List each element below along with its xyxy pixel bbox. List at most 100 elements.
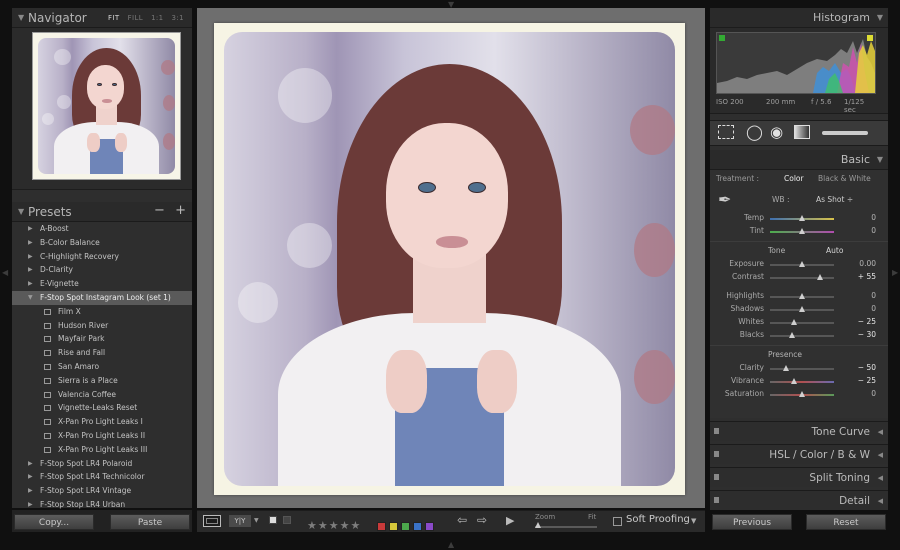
- slider-knob[interactable]: [783, 365, 789, 371]
- filmstrip-toggle-icon[interactable]: ▲: [448, 540, 454, 549]
- right-panel-toggle-icon[interactable]: ▶: [892, 268, 898, 277]
- zoom-slider[interactable]: [535, 526, 597, 528]
- preset-folder[interactable]: ▶ A-Boost: [12, 222, 192, 236]
- preset-folder[interactable]: ▶ F-Stop Spot LR4 Vintage: [12, 484, 192, 498]
- star-icon[interactable]: ★: [329, 519, 339, 532]
- slider-knob[interactable]: [799, 261, 805, 267]
- slider-knob[interactable]: [799, 228, 805, 234]
- preset-item[interactable]: Vignette-Leaks Reset: [12, 401, 192, 415]
- reset-button[interactable]: Reset: [806, 514, 886, 530]
- panel-switch-icon[interactable]: [714, 428, 719, 434]
- navigator-header[interactable]: ▼ Navigator FIT FILL 1:1 3:1: [12, 8, 192, 28]
- next-photo-icon[interactable]: ⇨: [477, 513, 487, 527]
- tone-auto-button[interactable]: Auto: [826, 246, 843, 255]
- preset-folder[interactable]: ▶ E-Vignette: [12, 277, 192, 291]
- remove-preset-icon[interactable]: −: [154, 203, 165, 218]
- panel-expand-icon[interactable]: ◀: [878, 474, 883, 482]
- slider-value[interactable]: 0: [871, 291, 876, 300]
- slider-row[interactable]: Shadows 0: [710, 303, 888, 316]
- zoom-slider-knob[interactable]: [535, 522, 541, 528]
- basic-panel-header[interactable]: Basic ▼: [710, 150, 888, 170]
- treatment-bw-option[interactable]: Black & White: [818, 174, 871, 183]
- left-panel-toggle-icon[interactable]: ◀: [2, 268, 8, 277]
- slider-track[interactable]: [770, 381, 834, 383]
- star-rating[interactable]: ★★★★★: [307, 514, 361, 533]
- adjustment-brush-icon[interactable]: [822, 131, 868, 135]
- slider-value[interactable]: 0: [871, 226, 876, 235]
- preset-folder[interactable]: ▼ F-Stop Spot Instagram Look (set 1): [12, 290, 192, 305]
- slider-value[interactable]: 0.00: [859, 259, 876, 268]
- collapse-triangle-icon[interactable]: ▼: [18, 207, 24, 216]
- star-icon[interactable]: ★: [318, 519, 328, 532]
- copy-button[interactable]: Copy...: [14, 514, 94, 530]
- navigator-thumbnail[interactable]: [32, 32, 181, 180]
- preset-item[interactable]: Rise and Fall: [12, 346, 192, 360]
- slider-knob[interactable]: [799, 391, 805, 397]
- slider-row[interactable]: Clarity − 50: [710, 362, 888, 375]
- collapsed-triangle-icon[interactable]: ▶: [28, 470, 33, 484]
- hsl-panel[interactable]: HSL / Color / B & W ◀: [710, 444, 888, 464]
- collapse-triangle-icon[interactable]: ▼: [18, 13, 24, 22]
- slider-value[interactable]: − 50: [858, 363, 876, 372]
- collapsed-triangle-icon[interactable]: ▶: [28, 250, 33, 264]
- panel-switch-icon[interactable]: [714, 451, 719, 457]
- panel-expand-icon[interactable]: ◀: [878, 451, 883, 459]
- slider-value[interactable]: 0: [871, 389, 876, 398]
- slider-row[interactable]: Contrast + 55: [710, 271, 888, 284]
- histogram-header[interactable]: Histogram ▼: [710, 8, 888, 28]
- color-label-swatch[interactable]: [401, 522, 410, 531]
- navigator-option-fit[interactable]: FIT: [108, 14, 120, 22]
- slider-row[interactable]: Temp 0: [710, 212, 888, 225]
- collapsed-triangle-icon[interactable]: ▶: [28, 263, 33, 277]
- slider-knob[interactable]: [799, 306, 805, 312]
- previous-button[interactable]: Previous: [712, 514, 792, 530]
- navigator-option-1-1[interactable]: 1:1: [151, 14, 163, 22]
- slider-row[interactable]: Whites − 25: [710, 316, 888, 329]
- before-after-view-icon[interactable]: Y|Y: [229, 515, 251, 527]
- slider-knob[interactable]: [791, 319, 798, 325]
- color-labels[interactable]: [377, 516, 437, 535]
- panel-collapse-icon[interactable]: ▼: [877, 155, 883, 164]
- slider-value[interactable]: − 25: [858, 317, 876, 326]
- crop-overlay-icon[interactable]: [718, 125, 734, 139]
- slider-row[interactable]: Exposure 0.00: [710, 258, 888, 271]
- preset-item[interactable]: San Amaro: [12, 360, 192, 374]
- image-canvas[interactable]: [197, 8, 705, 508]
- expanded-triangle-icon[interactable]: ▼: [28, 291, 33, 305]
- tone-curve-panel[interactable]: Tone Curve ◀: [710, 421, 888, 441]
- slider-value[interactable]: 0: [871, 213, 876, 222]
- collapsed-triangle-icon[interactable]: ▶: [28, 222, 33, 236]
- loupe-view-icon[interactable]: [203, 515, 221, 527]
- navigator-option-3-1[interactable]: 3:1: [172, 14, 184, 22]
- slider-value[interactable]: − 30: [858, 330, 876, 339]
- slider-value[interactable]: 0: [871, 304, 876, 313]
- preset-item[interactable]: Mayfair Park: [12, 332, 192, 346]
- slideshow-play-icon[interactable]: ▶: [506, 514, 514, 527]
- slider-knob[interactable]: [816, 274, 823, 280]
- preset-folder[interactable]: ▶ F-Stop Spot LR4 Polaroid: [12, 457, 192, 471]
- navigator-preview[interactable]: [12, 28, 192, 190]
- color-label-swatch[interactable]: [413, 522, 422, 531]
- collapse-triangle-icon[interactable]: ▼: [877, 13, 883, 22]
- soft-proofing-checkbox[interactable]: [613, 517, 622, 526]
- slider-row[interactable]: Vibrance − 25: [710, 375, 888, 388]
- preset-item[interactable]: X-Pan Pro Light Leaks III: [12, 443, 192, 457]
- add-preset-icon[interactable]: +: [175, 203, 186, 218]
- color-label-swatch[interactable]: [425, 522, 434, 531]
- presets-header[interactable]: ▼ Presets − +: [12, 202, 192, 222]
- slider-row[interactable]: Saturation 0: [710, 388, 888, 401]
- panel-switch-icon[interactable]: [714, 474, 719, 480]
- preset-item[interactable]: Valencia Coffee: [12, 388, 192, 402]
- star-icon[interactable]: ★: [307, 519, 317, 532]
- slider-track[interactable]: [770, 277, 834, 279]
- treatment-color-option[interactable]: Color: [784, 174, 804, 183]
- slider-row[interactable]: Tint 0: [710, 225, 888, 238]
- color-label-swatch[interactable]: [389, 522, 398, 531]
- slider-track[interactable]: [770, 368, 834, 370]
- panel-expand-icon[interactable]: ◀: [878, 428, 883, 436]
- histogram-area[interactable]: ISO 200 200 mm f / 5.6 1/125 sec: [710, 28, 888, 114]
- collapsed-triangle-icon[interactable]: ▶: [28, 277, 33, 291]
- preset-item[interactable]: Film X: [12, 305, 192, 319]
- graduated-filter-icon[interactable]: [794, 125, 810, 139]
- split-toning-panel[interactable]: Split Toning ◀: [710, 467, 888, 487]
